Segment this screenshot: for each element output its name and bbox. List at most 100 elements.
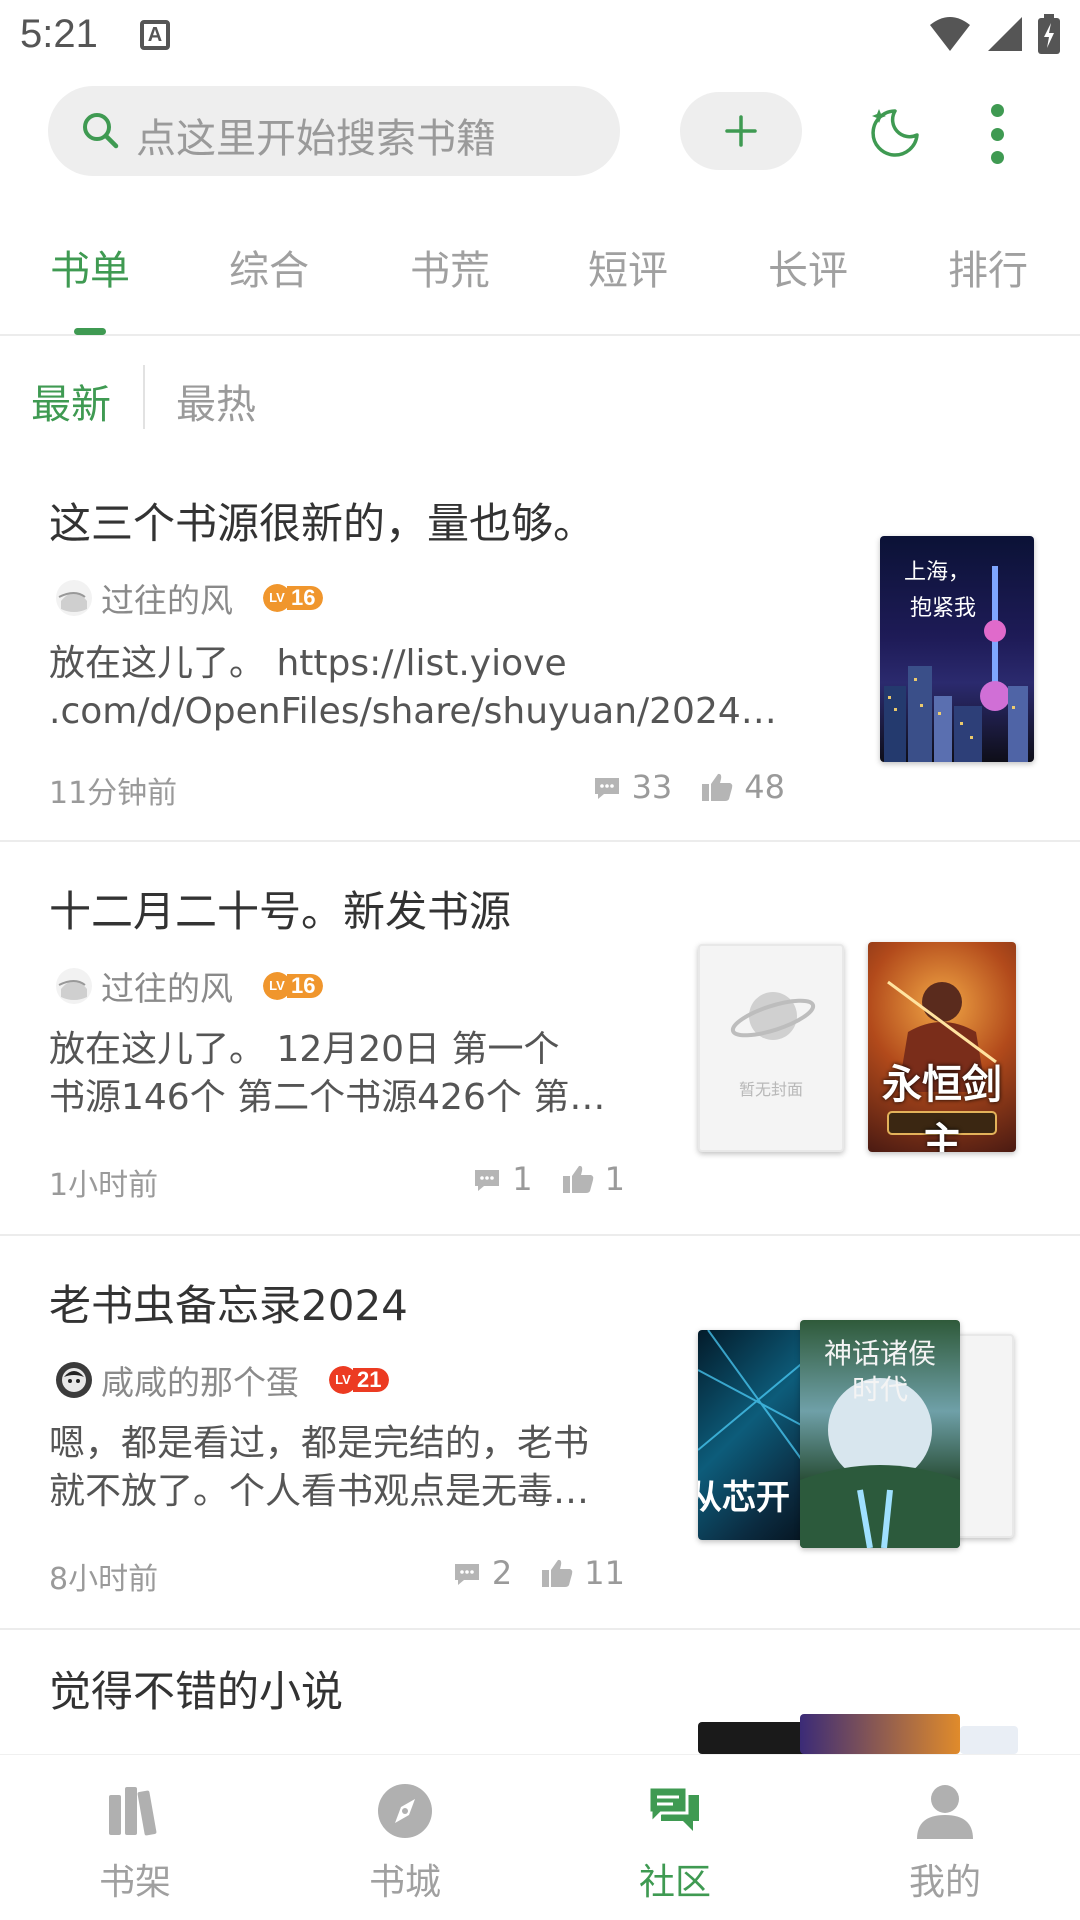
post-author[interactable]: 过往的风 LV 16 (55, 574, 324, 622)
nav-profile[interactable]: 我的 (810, 1755, 1080, 1920)
more-dot (990, 151, 1004, 164)
post-item[interactable]: 十二月二十号。新发书源 过往的风 LV 16 放在这儿了。 12月20日 第一个… (0, 842, 1080, 1236)
post-author[interactable]: 过往的风 LV 16 (55, 962, 324, 1010)
tab-book-shortage[interactable]: 书荒 (410, 238, 490, 296)
status-icons (928, 14, 1060, 54)
avatar (55, 1361, 93, 1399)
book-cover-placeholder[interactable]: 暂无封面 (698, 944, 844, 1152)
search-icon (83, 113, 119, 149)
cover-title: 上海， (903, 560, 970, 585)
nav-bookstore[interactable]: 书城 (270, 1755, 540, 1920)
sort-hot[interactable]: 最热 (176, 372, 256, 430)
level-number: 16 (287, 974, 324, 998)
status-bar: 5:21 A (0, 0, 1080, 72)
post-body: 放在这儿了。 https://list.yiove .com/d/OpenFil… (49, 640, 789, 736)
sort-divider (143, 365, 145, 429)
post-title: 十二月二十号。新发书源 (49, 887, 512, 936)
tab-booklist[interactable]: 书单 (50, 238, 130, 296)
status-time: 5:21 (20, 12, 98, 56)
plus-icon (725, 115, 757, 147)
post-stats: 1 1 (444, 1160, 625, 1198)
wifi-icon (930, 17, 970, 51)
bottom-navigation: 书架 书城 社区 我的 (0, 1754, 1080, 1920)
post-body-line: 就不放了。个人看书观点是无毒… (49, 1471, 590, 1512)
post-body-line: .com/d/OpenFiles/share/shuyuan/20241… (49, 691, 789, 732)
sort-latest[interactable]: 最新 (31, 372, 111, 430)
post-item[interactable]: 这三个书源很新的，量也够。 过往的风 LV 16 放在这儿了。 https://… (0, 450, 1080, 842)
theme-toggle-button[interactable] (862, 100, 928, 166)
nav-label: 书城 (368, 1862, 441, 1903)
level-badge: LV 21 (329, 1366, 390, 1394)
book-cover[interactable]: 神话诸侯时代 (800, 1320, 960, 1548)
comment-count: 33 (592, 768, 672, 806)
more-dot (990, 127, 1004, 141)
tab-long-review[interactable]: 长评 (768, 238, 848, 296)
like-count[interactable]: 11 (540, 1554, 625, 1592)
post-time: 11分钟前 (49, 776, 178, 811)
nav-label: 我的 (908, 1862, 981, 1903)
avatar (55, 967, 93, 1005)
level-badge: LV 16 (263, 972, 324, 1000)
level-number: 21 (353, 1368, 390, 1392)
signal-icon (988, 17, 1022, 51)
tab-ranking[interactable]: 排行 (948, 238, 1028, 296)
author-name: 咸咸的那个蛋 (101, 1363, 299, 1402)
notification-icon: A (140, 20, 170, 50)
like-count[interactable]: 1 (561, 1160, 625, 1198)
post-title: 老书虫备忘录2024 (49, 1281, 408, 1330)
person-icon (917, 1785, 973, 1839)
book-cover[interactable] (800, 1714, 960, 1754)
nav-label: 书架 (98, 1862, 171, 1903)
post-author[interactable]: 咸咸的那个蛋 LV 21 (55, 1356, 390, 1404)
more-options-button[interactable] (980, 104, 1014, 164)
comment-icon (475, 1170, 500, 1191)
thumbs-up-icon (562, 1165, 593, 1193)
nav-label: 社区 (638, 1862, 711, 1903)
tab-indicator (74, 328, 106, 335)
post-body-line: 放在这儿了。 https://list.yiove (49, 643, 567, 684)
level-number: 16 (287, 586, 324, 610)
add-button[interactable] (680, 92, 802, 170)
author-name: 过往的风 (101, 581, 233, 620)
post-title: 觉得不错的小说 (49, 1667, 344, 1716)
battery-icon (1038, 14, 1060, 54)
book-cover[interactable]: 永恒剑主 (868, 942, 1016, 1152)
post-time: 8小时前 (49, 1562, 159, 1597)
bookshelf-icon (109, 1787, 157, 1836)
author-name: 过往的风 (101, 969, 233, 1008)
cover-title: 永恒剑主 (882, 1061, 1002, 1152)
search-input[interactable]: 点这里开始搜索书籍 (48, 86, 620, 176)
compass-icon (378, 1784, 432, 1838)
cover-title: 从芯开 (698, 1478, 790, 1518)
thumbs-up-icon (702, 773, 733, 801)
like-count[interactable]: 48 (700, 768, 785, 806)
tab-short-review[interactable]: 短评 (588, 238, 668, 296)
more-dot (990, 104, 1004, 117)
post-title: 这三个书源很新的，量也够。 (49, 499, 596, 548)
post-time: 1小时前 (49, 1168, 159, 1203)
post-item[interactable]: 老书虫备忘录2024 咸咸的那个蛋 LV 21 嗯，都是看过，都是完结的，老书 … (0, 1236, 1080, 1630)
tab-general[interactable]: 综合 (229, 238, 309, 296)
post-body: 嗯，都是看过，都是完结的，老书 就不放了。个人看书观点是无毒… (49, 1420, 639, 1516)
post-item[interactable]: 觉得不错的小说 (0, 1630, 1080, 1754)
comment-icon (454, 1564, 479, 1585)
post-stats: 2 11 (424, 1554, 625, 1592)
post-body-line: 书源146个 第二个书源426个 第… (49, 1077, 606, 1118)
comment-count: 2 (452, 1554, 512, 1592)
comment-icon (594, 778, 619, 799)
chat-icon (647, 1785, 699, 1831)
thumbs-up-icon (542, 1559, 573, 1587)
nav-community[interactable]: 社区 (540, 1755, 810, 1920)
book-cover[interactable] (960, 1726, 1018, 1754)
post-body: 放在这儿了。 12月20日 第一个 书源146个 第二个书源426个 第… (49, 1026, 629, 1122)
moon-icon (871, 109, 919, 157)
post-body-line: 嗯，都是看过，都是完结的，老书 (49, 1423, 590, 1464)
nav-bookshelf[interactable]: 书架 (0, 1755, 270, 1920)
post-body-line: 放在这儿了。 12月20日 第一个 (49, 1029, 560, 1070)
post-stats: 33 48 (564, 768, 785, 806)
comment-count: 1 (472, 1160, 533, 1198)
book-cover[interactable]: 上海， 抱紧我 (880, 536, 1034, 762)
cover-title: 神话诸侯时代 (823, 1337, 936, 1406)
category-tabs: 书单 综合 书荒 短评 长评 排行 (0, 226, 1080, 336)
level-badge: LV 16 (263, 584, 324, 612)
